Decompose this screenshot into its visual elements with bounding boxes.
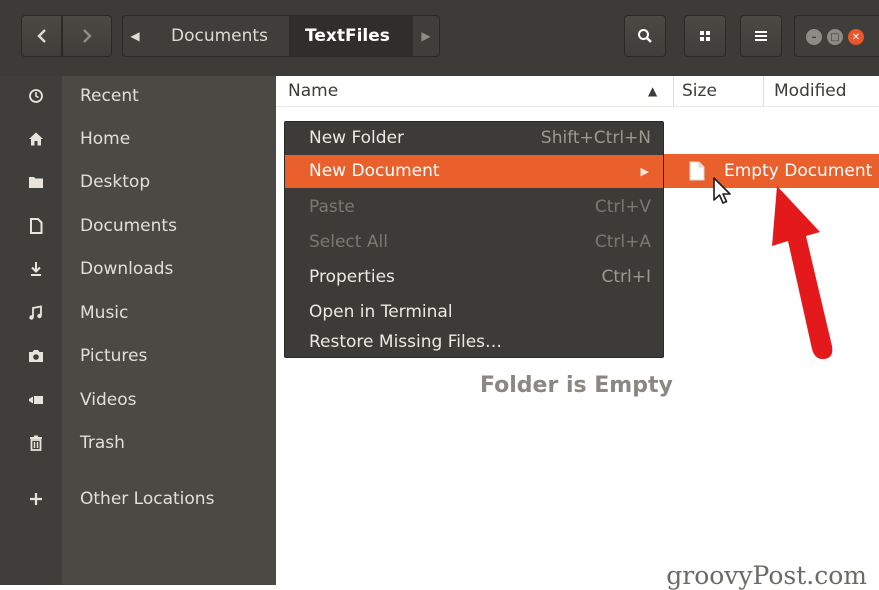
sidebar-item-label: Pictures bbox=[80, 346, 148, 366]
header-divider bbox=[276, 106, 879, 107]
caret-left-icon: ◀ bbox=[130, 29, 140, 43]
chevron-right-icon bbox=[83, 29, 92, 43]
sidebar-item-label: Downloads bbox=[80, 259, 174, 279]
submenu-arrow-icon: ▶ bbox=[640, 165, 649, 178]
path-scroll-right-button[interactable]: ▶ bbox=[413, 16, 439, 56]
window-controls: – □ ✕ bbox=[794, 15, 879, 57]
new-document-submenu[interactable]: Empty Document bbox=[664, 154, 879, 188]
sidebar-item-music[interactable]: Music bbox=[0, 293, 276, 333]
column-header-name[interactable]: Name bbox=[276, 76, 674, 106]
clock-icon bbox=[24, 84, 48, 108]
document-icon bbox=[24, 214, 48, 238]
back-button[interactable] bbox=[21, 15, 62, 57]
caret-right-icon: ▶ bbox=[421, 29, 431, 43]
sidebar-item-trash[interactable]: Trash bbox=[0, 423, 276, 463]
home-icon bbox=[24, 127, 48, 151]
menu-item-new-document[interactable]: New Document ▶ bbox=[285, 155, 663, 188]
menu-item-paste[interactable]: Paste Ctrl+V bbox=[285, 191, 663, 224]
sidebar-item-label: Videos bbox=[80, 390, 137, 410]
video-icon bbox=[24, 388, 48, 412]
hamburger-menu-icon bbox=[755, 31, 767, 41]
minimize-button[interactable]: – bbox=[806, 29, 822, 45]
sidebar-item-home[interactable]: Home bbox=[0, 119, 276, 159]
minimize-icon: – bbox=[811, 31, 817, 43]
sidebar-item-label: Desktop bbox=[80, 172, 151, 192]
submenu-item-empty-document: Empty Document bbox=[724, 161, 873, 181]
close-icon: ✕ bbox=[851, 31, 861, 43]
blank-document-icon bbox=[689, 161, 705, 181]
sidebar-item-desktop[interactable]: Desktop bbox=[0, 162, 276, 202]
sidebar-item-label: Other Locations bbox=[80, 489, 215, 509]
column-header-modified[interactable]: Modified bbox=[764, 76, 879, 106]
camera-icon bbox=[24, 344, 48, 368]
path-bar: ◀ Documents TextFiles ▶ bbox=[122, 15, 440, 57]
sidebar-item-documents[interactable]: Documents bbox=[0, 206, 276, 246]
sort-ascending-icon: ▲ bbox=[648, 84, 658, 98]
sidebar-item-other-locations[interactable]: Other Locations bbox=[0, 479, 276, 519]
annotation-arrow-icon bbox=[772, 186, 833, 360]
grid-view-icon bbox=[700, 31, 710, 41]
empty-folder-message: Folder is Empty bbox=[480, 373, 673, 398]
path-segment-current[interactable]: TextFiles bbox=[289, 16, 413, 56]
sidebar-item-downloads[interactable]: Downloads bbox=[0, 249, 276, 289]
trash-icon bbox=[24, 431, 48, 455]
sidebar-item-label: Music bbox=[80, 303, 129, 323]
sidebar-item-label: Home bbox=[80, 129, 131, 149]
download-icon bbox=[24, 257, 48, 281]
menu-item-restore-missing-files[interactable]: Restore Missing Files… bbox=[285, 326, 663, 359]
sidebar-item-recent[interactable]: Recent bbox=[0, 76, 276, 116]
watermark: groovyPost.com bbox=[666, 561, 867, 590]
column-header-size[interactable]: Size bbox=[674, 76, 764, 106]
sidebar-item-label: Recent bbox=[80, 86, 139, 106]
view-toggle-button[interactable] bbox=[684, 15, 726, 57]
menu-item-properties[interactable]: Properties Ctrl+I bbox=[285, 261, 663, 294]
context-menu: New Folder Shift+Ctrl+N New Document ▶ P… bbox=[284, 121, 664, 358]
search-button[interactable] bbox=[624, 15, 666, 57]
menu-button[interactable] bbox=[740, 15, 782, 57]
path-scroll-left-button[interactable]: ◀ bbox=[123, 16, 147, 56]
menu-item-select-all[interactable]: Select All Ctrl+A bbox=[285, 226, 663, 259]
sidebar-item-pictures[interactable]: Pictures bbox=[0, 336, 276, 376]
mouse-cursor-icon bbox=[713, 177, 731, 204]
sidebar-item-videos[interactable]: Videos bbox=[0, 380, 276, 420]
close-button[interactable]: ✕ bbox=[848, 29, 864, 45]
menu-item-open-in-terminal[interactable]: Open in Terminal bbox=[285, 296, 663, 329]
menu-item-new-folder[interactable]: New Folder Shift+Ctrl+N bbox=[285, 122, 663, 155]
chevron-left-icon bbox=[36, 29, 46, 43]
maximize-button[interactable]: □ bbox=[827, 29, 843, 45]
sidebar-item-label: Documents bbox=[80, 216, 177, 236]
sidebar-item-label: Trash bbox=[80, 433, 125, 453]
search-icon bbox=[638, 29, 652, 43]
forward-button[interactable] bbox=[62, 15, 112, 57]
maximize-icon: □ bbox=[830, 31, 840, 43]
music-icon bbox=[24, 301, 48, 325]
header-bar: ◀ Documents TextFiles ▶ – □ ✕ bbox=[0, 0, 879, 76]
plus-icon bbox=[24, 487, 48, 511]
folder-icon bbox=[24, 170, 48, 194]
